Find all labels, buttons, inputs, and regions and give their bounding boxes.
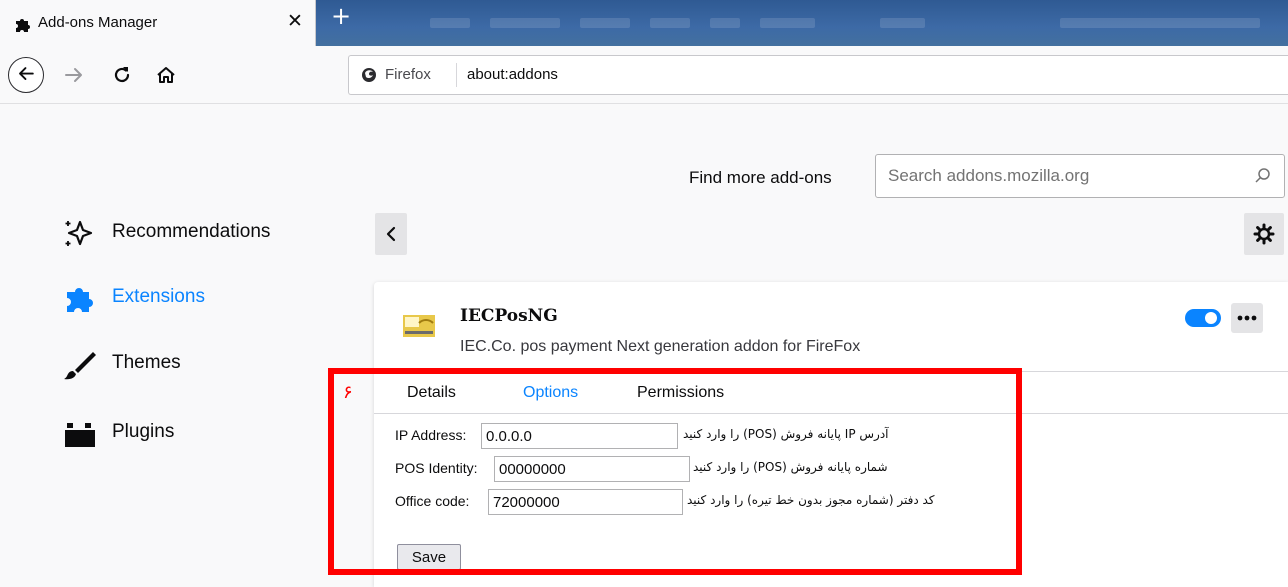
puzzle-icon — [67, 288, 93, 312]
background-window-text — [1060, 18, 1260, 28]
search-icon[interactable] — [1254, 167, 1272, 185]
background-window-text — [650, 18, 690, 28]
plugin-icon — [65, 423, 95, 447]
tab-add-ons-manager[interactable]: Add-ons Manager ✕ — [0, 0, 316, 46]
home-button[interactable] — [152, 61, 180, 89]
sidebar-item-plugins[interactable]: Plugins — [63, 415, 223, 451]
url-separator — [456, 63, 457, 87]
gear-icon — [1253, 223, 1275, 245]
addons-search-input[interactable] — [888, 164, 1228, 188]
firefox-icon — [362, 68, 376, 82]
reload-icon — [114, 67, 130, 83]
identity-label: Firefox — [385, 66, 431, 83]
addon-enable-toggle[interactable] — [1185, 309, 1221, 327]
reload-button[interactable] — [108, 61, 136, 89]
arrow-right-icon — [65, 68, 82, 82]
brush-icon — [64, 352, 96, 380]
find-more-label: Find more add-ons — [689, 168, 832, 187]
sidebar-item-label: Recommendations — [112, 221, 271, 242]
sidebar-item-extensions[interactable]: Extensions — [63, 280, 263, 316]
go-back-button[interactable] — [375, 213, 407, 255]
url-bar[interactable]: Firefox about:addons — [348, 55, 1288, 95]
tools-button[interactable] — [1244, 213, 1284, 255]
arrow-left-icon — [19, 67, 34, 80]
addons-search-box[interactable] — [875, 154, 1285, 198]
tab-strip: Add-ons Manager ✕ + — [0, 0, 1288, 46]
sidebar-item-recommendations[interactable]: Recommendations — [63, 215, 303, 251]
more-options-button[interactable] — [1231, 303, 1263, 333]
background-window-text — [580, 18, 630, 28]
annotation-number: ۶ — [343, 382, 353, 403]
forward-button[interactable] — [60, 61, 88, 89]
background-window-text — [760, 18, 815, 28]
close-icon[interactable]: ✕ — [284, 10, 306, 32]
chevron-left-icon — [386, 226, 396, 242]
puzzle-icon — [16, 19, 30, 32]
background-window-text — [430, 18, 470, 28]
sidebar-item-label: Themes — [112, 352, 181, 373]
tab-title: Add-ons Manager — [38, 14, 158, 31]
addon-description: IEC.Co. pos payment Next generation addo… — [460, 338, 861, 355]
highlight-box — [328, 368, 1022, 575]
toggle-knob — [1205, 312, 1217, 324]
sidebar-item-label: Plugins — [112, 421, 175, 442]
addon-icon — [403, 315, 435, 337]
home-icon — [157, 67, 175, 83]
new-tab-button[interactable]: + — [328, 4, 354, 30]
sidebar-item-themes[interactable]: Themes — [63, 346, 223, 382]
recommendations-icon — [65, 220, 93, 246]
url-text[interactable]: about:addons — [467, 66, 558, 83]
background-window-text — [490, 18, 560, 28]
navigation-toolbar: Firefox about:addons — [0, 46, 1288, 104]
back-button[interactable] — [8, 57, 44, 93]
more-icon — [1237, 315, 1257, 321]
background-window-text — [710, 18, 740, 28]
sidebar-item-label: Extensions — [112, 286, 205, 307]
background-window-text — [880, 18, 925, 28]
addon-name: IECPosNG — [460, 306, 558, 326]
